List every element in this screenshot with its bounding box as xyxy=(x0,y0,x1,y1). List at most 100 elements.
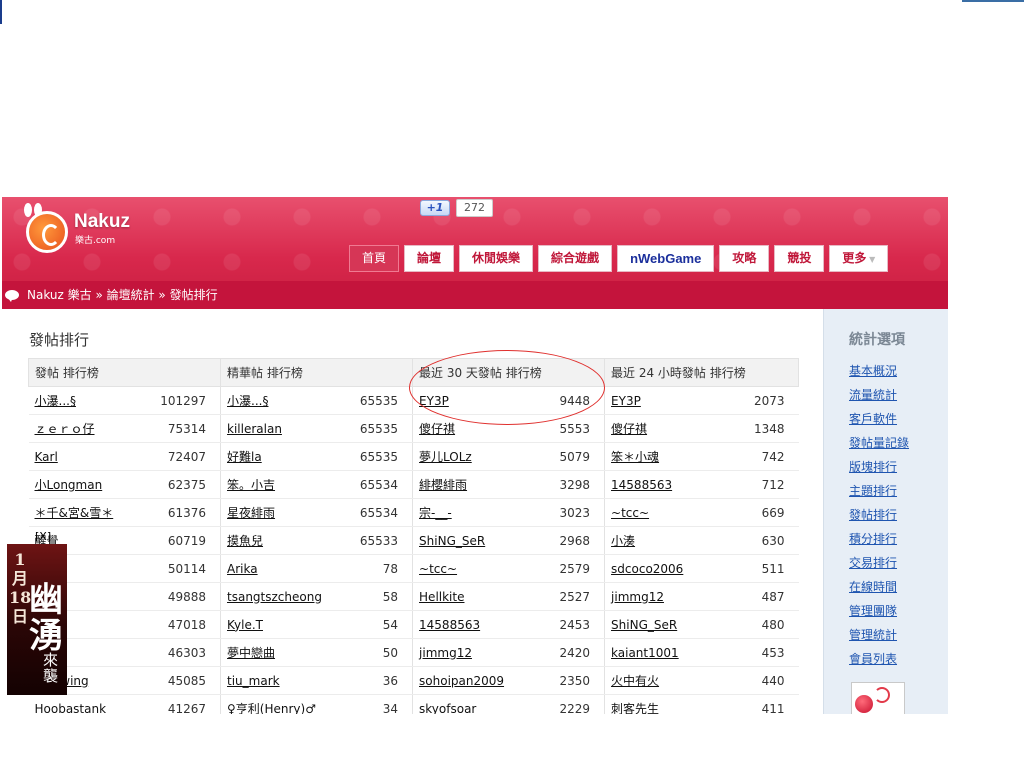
nav-tab-more[interactable]: 更多 xyxy=(829,245,889,272)
user-link[interactable]: 夢中戀曲 xyxy=(227,646,275,660)
user-link[interactable]: 夢儿LOLz xyxy=(419,450,472,464)
user-link[interactable]: 小瀑...§ xyxy=(227,394,268,408)
user-link[interactable]: 好難la xyxy=(227,450,262,464)
sidebar-link[interactable]: 客戶軟件 xyxy=(849,410,909,434)
sidebar-link[interactable]: 管理團隊 xyxy=(849,602,909,626)
nav-tab-games[interactable]: 綜合遊戲 xyxy=(538,245,613,272)
user-link[interactable]: jimmg12 xyxy=(419,646,472,660)
nav-tab-forum[interactable]: 論壇 xyxy=(404,245,455,272)
user-link[interactable]: 刺客先生 xyxy=(611,702,659,714)
site-header: Nakuz 樂古.com +1 272 首頁 論壇 休閒娛樂 綜合遊戲 nWeb… xyxy=(2,197,948,309)
rank-value-cell: 34 xyxy=(344,694,414,714)
user-link[interactable]: 14588563 xyxy=(419,618,480,632)
user-link[interactable]: ShiNG_SeR xyxy=(419,534,485,548)
user-link[interactable]: ♀亨利(Henry)♂ xyxy=(227,702,316,714)
user-link[interactable]: Karl xyxy=(35,450,58,464)
rank-name-cell: 小瀑...§ xyxy=(220,386,345,415)
ranking-table: 發帖 排行榜 精華帖 排行榜 最近 30 天發帖 排行榜 最近 24 小時發帖 … xyxy=(27,358,800,715)
user-link[interactable]: killeralan xyxy=(227,422,282,436)
user-link[interactable]: 笨＊小魂 xyxy=(611,450,659,464)
rank-name-cell: 緋櫻緋雨 xyxy=(412,470,537,499)
rank-name-cell: EY3P xyxy=(412,386,537,415)
user-link[interactable]: Hellkite xyxy=(419,590,464,604)
google-plusone-widget: +1 272 xyxy=(420,199,493,217)
sidebar-link[interactable]: 在線時間 xyxy=(849,578,909,602)
table-row: 小瀑...§ 101297 小瀑...§ 65535 EY3P 9448 EY3P 2073 xyxy=(28,386,799,415)
rank-value-cell: 78 xyxy=(344,554,414,583)
rank-value-cell: 58 xyxy=(344,582,414,611)
plusone-count: 272 xyxy=(456,199,493,217)
ad-headline: 幽湧 xyxy=(29,580,63,656)
rank-name-cell: 火中有火 xyxy=(604,666,729,695)
rank-value-cell: 50 xyxy=(344,638,414,667)
site-logo[interactable]: Nakuz 樂古.com xyxy=(12,201,147,253)
rank-value-cell: 511 xyxy=(728,554,799,583)
window-edge xyxy=(0,0,2,24)
user-link[interactable]: 宗-__- xyxy=(419,506,452,520)
breadcrumb-text[interactable]: Nakuz 樂古 » 論壇統計 » 發帖排行 xyxy=(27,288,218,302)
user-link[interactable]: sohoipan2009 xyxy=(419,674,504,688)
nav-tab-nwebgame[interactable]: nWebGame xyxy=(617,245,715,272)
table-row: 小Longman 62375 笨。小吉 65534 緋櫻緋雨 3298 14588563 71… xyxy=(28,470,799,499)
sidebar-link[interactable]: 會員列表 xyxy=(849,650,909,674)
floating-ad[interactable]: 1月18日 幽湧 來襲 xyxy=(7,544,67,695)
user-link[interactable]: 小湊 xyxy=(611,534,635,548)
sidebar-banner-image[interactable] xyxy=(851,682,905,714)
nav-tab-leisure[interactable]: 休閒娛樂 xyxy=(459,245,534,272)
rank-name-cell: 小Longman xyxy=(28,470,153,499)
nav-tab-auction[interactable]: 競投 xyxy=(774,245,825,272)
user-link[interactable]: EY3P xyxy=(611,394,641,408)
user-link[interactable]: 緋櫻緋雨 xyxy=(419,478,467,492)
user-link[interactable]: 火中有火 xyxy=(611,674,659,688)
user-link[interactable]: 星夜緋雨 xyxy=(227,506,275,520)
user-link[interactable]: jimmg12 xyxy=(611,590,664,604)
user-link[interactable]: 小瀑...§ xyxy=(35,394,76,408)
user-link[interactable]: kaiant1001 xyxy=(611,646,679,660)
sidebar-link[interactable]: 基本概況 xyxy=(849,362,909,386)
user-link[interactable]: 摸魚兒 xyxy=(227,534,263,548)
user-link[interactable]: EY3P xyxy=(419,394,449,408)
user-link[interactable]: 傻仔祺 xyxy=(419,422,455,436)
rank-name-cell: 摸魚兒 xyxy=(220,526,345,555)
user-link[interactable]: 傻仔祺 xyxy=(611,422,647,436)
nav-tab-guides[interactable]: 攻略 xyxy=(719,245,770,272)
sidebar-link[interactable]: 發帖量記錄 xyxy=(849,434,909,458)
rank-value-cell: 50114 xyxy=(152,554,222,583)
rank-value-cell: 5079 xyxy=(536,442,606,471)
user-link[interactable]: Hoobastank xyxy=(35,702,107,715)
rank-name-cell: ~tcc~ xyxy=(412,554,537,583)
rank-name-cell: 傻仔祺 xyxy=(412,414,537,443)
user-link[interactable]: 14588563 xyxy=(611,478,672,492)
rank-value-cell: 411 xyxy=(728,694,799,714)
user-link[interactable]: ~tcc~ xyxy=(611,506,649,520)
user-link[interactable]: 小Longman xyxy=(35,478,103,492)
user-link[interactable]: ShiNG_SeR xyxy=(611,618,677,632)
table-row: 奸雄47018Kyle.T54145885632453ShiNG_SeR480 xyxy=(28,610,799,639)
user-link[interactable]: tiu_mark xyxy=(227,674,280,688)
user-link[interactable]: tsangtszcheong xyxy=(227,590,322,604)
sidebar-link[interactable]: 管理統計 xyxy=(849,626,909,650)
user-link[interactable]: ｚｅｒｏ仔 xyxy=(35,422,95,436)
sidebar-link[interactable]: 版塊排行 xyxy=(849,458,909,482)
nav-tab-home[interactable]: 首頁 xyxy=(349,245,400,272)
ad-subtext: 來襲 xyxy=(43,651,59,685)
user-link[interactable]: Arika xyxy=(227,562,258,576)
user-link[interactable]: ＊千&宮&雪＊ xyxy=(35,506,114,520)
rank-value-cell: 2073 xyxy=(728,386,799,415)
ad-date: 1月18日 xyxy=(9,550,32,626)
rank-value-cell: 2420 xyxy=(536,638,606,667)
sidebar-link[interactable]: 發帖排行 xyxy=(849,506,909,530)
sidebar-link[interactable]: 流量統計 xyxy=(849,386,909,410)
rank-name-cell: 笨＊小魂 xyxy=(604,442,729,471)
user-link[interactable]: sdcoco2006 xyxy=(611,562,683,576)
user-link[interactable]: skyofsoar xyxy=(419,702,476,715)
ad-close-button[interactable]: [X] xyxy=(35,530,51,543)
user-link[interactable]: Kyle.T xyxy=(227,618,263,632)
sidebar-link[interactable]: 主題排行 xyxy=(849,482,909,506)
plusone-button[interactable]: +1 xyxy=(420,200,450,216)
sidebar-link[interactable]: 交易排行 xyxy=(849,554,909,578)
sidebar-link[interactable]: 積分排行 xyxy=(849,530,909,554)
column-header-30days: 最近 30 天發帖 排行榜 xyxy=(412,358,606,387)
user-link[interactable]: ~tcc~ xyxy=(419,562,457,576)
user-link[interactable]: 笨。小吉 xyxy=(227,478,275,492)
